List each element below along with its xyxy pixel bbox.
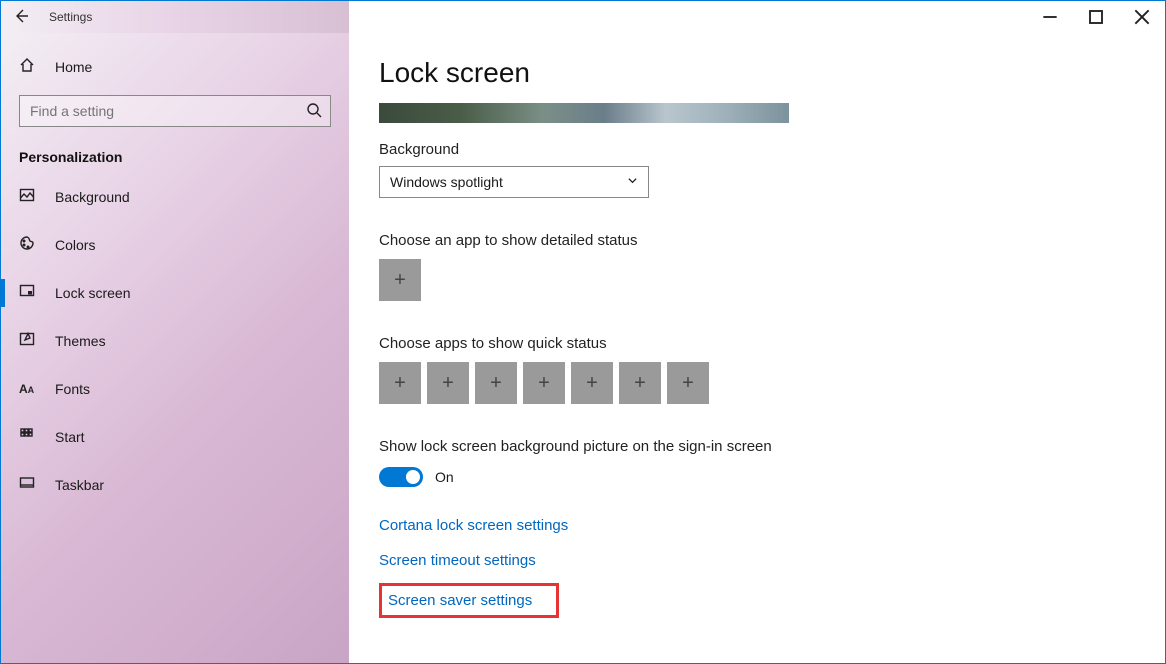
sidebar-item-taskbar[interactable]: Taskbar <box>1 465 349 505</box>
sidebar-item-label: Colors <box>55 237 95 253</box>
background-dropdown[interactable]: Windows spotlight <box>379 166 649 198</box>
quick-status-add-button[interactable]: + <box>667 362 709 404</box>
sidebar-item-label: Taskbar <box>55 477 104 493</box>
lockscreen-preview-image <box>379 103 789 123</box>
quick-status-add-button[interactable]: + <box>619 362 661 404</box>
page-title: Lock screen <box>379 57 1135 89</box>
sidebar-item-label: Home <box>55 59 92 75</box>
sidebar-item-colors[interactable]: Colors <box>1 225 349 265</box>
signin-section: Show lock screen background picture on t… <box>379 438 1135 487</box>
background-label: Background <box>379 141 1135 158</box>
quick-status-row: + + + + + + + <box>379 362 1135 404</box>
quick-status-label: Choose apps to show quick status <box>379 335 1135 352</box>
dropdown-value: Windows spotlight <box>390 174 503 190</box>
sidebar-item-label: Lock screen <box>55 285 130 301</box>
quick-status-section: Choose apps to show quick status + + + + + + + <box>379 335 1135 404</box>
body: Home Personalization Background Colors <box>1 33 1165 663</box>
maximize-button[interactable] <box>1073 1 1119 33</box>
themes-icon <box>19 331 41 351</box>
window-title: Settings <box>41 10 92 24</box>
signin-toggle-row: On <box>379 467 1135 487</box>
titlebar-right <box>349 1 1165 33</box>
close-icon <box>1134 9 1150 25</box>
detailed-status-add-button[interactable]: + <box>379 259 421 301</box>
sidebar-item-background[interactable]: Background <box>1 177 349 217</box>
titlebar-left: Settings <box>1 1 349 33</box>
chevron-down-icon <box>627 175 638 189</box>
quick-status-add-button[interactable]: + <box>379 362 421 404</box>
detailed-status-label: Choose an app to show detailed status <box>379 232 1135 249</box>
plus-icon: + <box>394 372 406 395</box>
toggle-knob <box>406 470 420 484</box>
quick-status-add-button[interactable]: + <box>475 362 517 404</box>
search-icon <box>306 102 322 121</box>
start-icon <box>19 427 41 447</box>
detailed-status-section: Choose an app to show detailed status + <box>379 232 1135 301</box>
sidebar-item-label: Themes <box>55 333 106 349</box>
plus-icon: + <box>538 372 550 395</box>
sidebar-item-themes[interactable]: Themes <box>1 321 349 361</box>
plus-icon: + <box>634 372 646 395</box>
quick-status-add-button[interactable]: + <box>427 362 469 404</box>
minimize-icon <box>1042 9 1058 25</box>
fonts-icon: AA <box>19 382 41 396</box>
plus-icon: + <box>442 372 454 395</box>
signin-label: Show lock screen background picture on t… <box>379 438 1135 455</box>
screen-timeout-link[interactable]: Screen timeout settings <box>379 552 536 569</box>
sidebar-item-label: Start <box>55 429 85 445</box>
plus-icon: + <box>682 372 694 395</box>
plus-icon: + <box>394 269 406 292</box>
quick-status-add-button[interactable]: + <box>571 362 613 404</box>
taskbar-icon <box>19 475 41 495</box>
sidebar-section-title: Personalization <box>1 141 349 177</box>
minimize-button[interactable] <box>1027 1 1073 33</box>
palette-icon <box>19 235 41 255</box>
maximize-icon <box>1088 9 1104 25</box>
sidebar-item-label: Background <box>55 189 130 205</box>
lockscreen-icon <box>19 283 41 303</box>
back-arrow-icon <box>13 8 29 24</box>
image-icon <box>19 187 41 207</box>
search-wrap <box>1 95 349 141</box>
back-button[interactable] <box>1 8 41 27</box>
sidebar-item-lockscreen[interactable]: Lock screen <box>1 273 349 313</box>
toggle-state-label: On <box>435 469 454 485</box>
detailed-status-row: + <box>379 259 1135 301</box>
titlebar: Settings <box>1 1 1165 33</box>
sidebar-item-fonts[interactable]: AA Fonts <box>1 369 349 409</box>
sidebar-item-start[interactable]: Start <box>1 417 349 457</box>
screen-saver-link[interactable]: Screen saver settings <box>379 583 559 618</box>
cortana-link[interactable]: Cortana lock screen settings <box>379 517 568 534</box>
quick-status-add-button[interactable]: + <box>523 362 565 404</box>
home-icon <box>19 57 41 77</box>
search-box[interactable] <box>19 95 331 127</box>
sidebar-item-home[interactable]: Home <box>1 47 349 87</box>
signin-toggle[interactable] <box>379 467 423 487</box>
content: Lock screen Background Windows spotlight… <box>349 33 1165 663</box>
close-button[interactable] <box>1119 1 1165 33</box>
sidebar-item-label: Fonts <box>55 381 90 397</box>
plus-icon: + <box>490 372 502 395</box>
sidebar: Home Personalization Background Colors <box>1 33 349 663</box>
plus-icon: + <box>586 372 598 395</box>
search-input[interactable] <box>28 102 306 120</box>
